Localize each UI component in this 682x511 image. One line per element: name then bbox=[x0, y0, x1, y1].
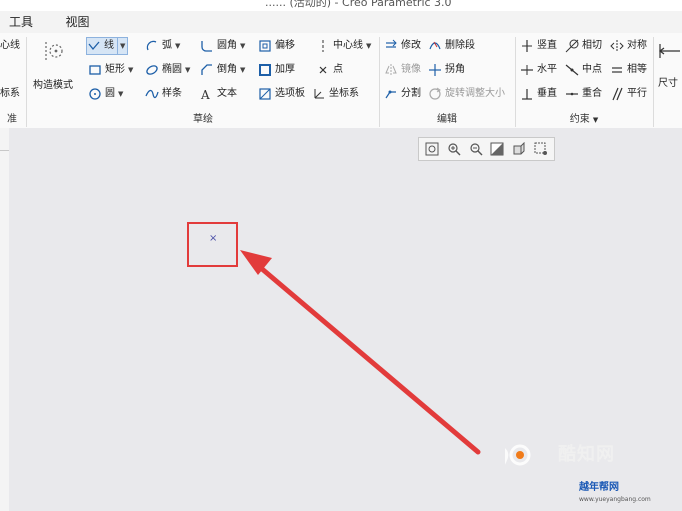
watermark-text: 酷知网 bbox=[558, 444, 615, 465]
watermark-brand: 越年帮网 bbox=[579, 482, 619, 493]
watermark-url: www.yueyangbang.com bbox=[579, 496, 651, 503]
watermark-logo-icon bbox=[505, 444, 531, 466]
annotation-arrow bbox=[240, 250, 481, 455]
